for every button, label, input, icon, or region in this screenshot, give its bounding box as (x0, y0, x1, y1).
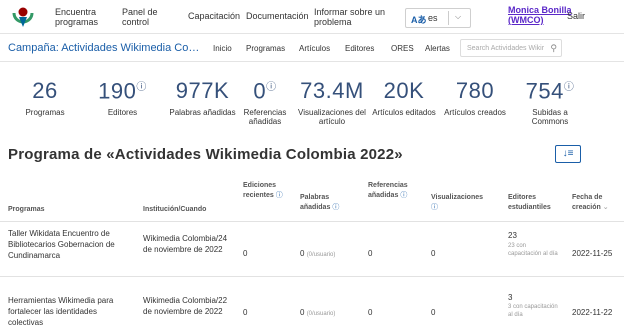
stat-commons-uploads: 754ⓘ Subidas a Commons (520, 78, 580, 126)
stat-programs: 26 Programas (20, 78, 70, 117)
stat-value: 0 (253, 78, 267, 104)
cell-words: 0 (0/usuario) (300, 307, 335, 320)
stat-value: 190 (98, 78, 137, 104)
cell-words-value: 0 (300, 308, 305, 317)
sort-button[interactable]: ↓≡ (555, 145, 581, 163)
col-header-program[interactable]: Programas (8, 205, 45, 215)
stat-label: Referencias añadidas (243, 108, 287, 127)
search-placeholder: Search Actividades Wikir (467, 45, 545, 52)
page-title: Programa de «Actividades Wikimedia Colom… (8, 146, 403, 163)
help-icon[interactable]: ⓘ (332, 204, 339, 211)
campaign-title[interactable]: Campaña: Actividades Wikimedia Co… (8, 42, 199, 54)
tab-articulos[interactable]: Artículos (299, 44, 330, 53)
nav-dashboard[interactable]: Panel de control (122, 7, 172, 27)
cell-words-note: (0/usuario) (306, 252, 336, 258)
col-header-references[interactable]: Referencias añadidas ⓘ (368, 181, 418, 201)
info-icon[interactable]: ⓘ (136, 82, 147, 93)
stat-label: Programas (25, 108, 65, 117)
cell-institution: Wikimedia Colombia/24 de noviembre de 20… (143, 234, 228, 254)
stat-views: 73.4M Visualizaciones del artículo (297, 78, 367, 126)
info-icon[interactable]: ⓘ (266, 82, 277, 93)
language-value: es (428, 13, 438, 23)
col-header-label: Ediciones recientes (243, 182, 277, 199)
language-divider (448, 11, 449, 25)
stat-label: Subidas a Commons (531, 108, 569, 127)
help-icon[interactable]: ⓘ (276, 192, 283, 199)
help-icon[interactable]: ⓘ (431, 204, 438, 211)
cell-institution: Wikimedia Colombia/22 de noviembre de 20… (143, 296, 228, 316)
cell-created-date: 2022-11-25 (572, 249, 613, 258)
col-header-words[interactable]: Palabras añadidas ⓘ (300, 193, 350, 213)
chevron-down-icon: ⌵ (455, 12, 462, 21)
col-header-label: Visualizaciones (431, 194, 484, 201)
cell-student-editors: 3 (508, 293, 513, 302)
tab-programas[interactable]: Programas (246, 44, 285, 53)
translate-icon: Aあ (411, 15, 427, 25)
nav-documentation[interactable]: Documentación (246, 11, 309, 21)
cell-program-name[interactable]: Herramientas Wikimedia para fortalecer l… (8, 295, 128, 328)
cell-program-name[interactable]: Taller Wikidata Encuentro de Bibliotecar… (8, 228, 128, 261)
cell-references: 0 (368, 249, 373, 258)
cell-words: 0 (0/usuario) (300, 248, 335, 261)
stat-value: 977K (175, 78, 230, 103)
tab-inicio[interactable]: Inicio (213, 44, 232, 53)
cell-created-date: 2022-11-22 (572, 308, 613, 317)
stat-label: Editores (107, 108, 138, 118)
cell-recent-edits: 0 (243, 308, 248, 317)
wikimedia-logo-icon[interactable] (10, 3, 36, 29)
stat-label: Palabras añadidas (169, 108, 236, 117)
tab-ores[interactable]: ORES (391, 44, 414, 53)
col-header-recent-edits[interactable]: Ediciones recientes ⓘ (243, 181, 283, 201)
search-input[interactable]: Search Actividades Wikir ⚲ (460, 39, 562, 57)
tab-editores[interactable]: Editores (345, 44, 374, 53)
col-header-student-editors[interactable]: Editores estudiantiles (508, 193, 553, 213)
top-nav: Encuentra programas Panel de control Cap… (0, 0, 624, 34)
stat-articles-edited: 20K Artículos editados (368, 78, 440, 117)
nav-training[interactable]: Capacitación (188, 11, 240, 21)
stat-references: 0ⓘ Referencias añadidas (235, 78, 295, 126)
stat-value: 754 (525, 78, 564, 104)
stat-articles-created: 780 Artículos creados (440, 78, 510, 117)
cell-student-editors: 23 (508, 231, 517, 240)
language-select[interactable]: Aあ es ⌵ (405, 8, 471, 28)
campaign-bar: Campaña: Actividades Wikimedia Co… Inici… (0, 34, 624, 62)
col-header-created-date[interactable]: Fecha de creación ⌄ (572, 193, 616, 213)
cell-editors-note: 3 con capacitación al día (508, 304, 558, 318)
stat-editors: 190ⓘ Editores (90, 78, 155, 117)
stat-value: 780 (455, 78, 495, 103)
stat-label: Artículos editados (372, 108, 436, 117)
cell-views: 0 (431, 249, 436, 258)
nav-report-problem[interactable]: Informar sobre un problema (314, 7, 399, 27)
cell-views: 0 (431, 308, 436, 317)
table-header-divider (0, 221, 624, 222)
info-icon[interactable]: ⓘ (564, 82, 575, 93)
col-header-views[interactable]: Visualizaciones ⓘ (431, 193, 491, 213)
nav-find-programs[interactable]: Encuentra programas (55, 7, 125, 27)
cell-recent-edits: 0 (243, 249, 248, 258)
row-divider (0, 276, 624, 277)
cell-editors-note: 23 con capacitación al día (508, 243, 558, 257)
stat-value: 73.4M (300, 78, 364, 103)
stat-value: 20K (383, 78, 425, 103)
stat-value: 26 (32, 78, 58, 103)
user-link[interactable]: Monica Bonilla (WMCO) (508, 5, 572, 25)
sort-arrow-icon: ⌄ (602, 204, 609, 211)
col-header-label: Palabras añadidas (300, 194, 331, 211)
tab-alertas[interactable]: Alertas (425, 44, 450, 53)
sort-icon: ↓≡ (562, 148, 574, 159)
stat-label: Visualizaciones del artículo (298, 108, 366, 126)
cell-words-value: 0 (300, 249, 305, 258)
search-icon[interactable]: ⚲ (550, 43, 557, 54)
logout-link[interactable]: Salir (567, 11, 585, 21)
col-header-institution[interactable]: Institución/Cuando (143, 205, 206, 215)
cell-references: 0 (368, 308, 373, 317)
stat-label: Artículos creados (444, 108, 506, 117)
cell-words-note: (0/usuario) (306, 311, 336, 317)
col-header-label: Fecha de creación (572, 194, 603, 211)
help-icon[interactable]: ⓘ (400, 192, 407, 199)
stat-words: 977K Palabras añadidas (160, 78, 245, 117)
